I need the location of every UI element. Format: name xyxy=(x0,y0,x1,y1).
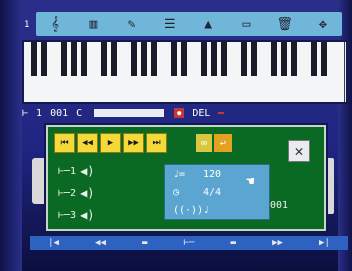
track-icon: ⊢─ xyxy=(58,209,71,221)
toolbar-number: 1 xyxy=(24,20,30,30)
skip-forward-button[interactable]: ⏭ xyxy=(146,133,167,153)
track-label: 3 xyxy=(70,209,77,221)
staff-lines-icon[interactable]: ☰ xyxy=(158,15,182,33)
scroll-back-icon[interactable]: ◀◀ xyxy=(95,238,106,248)
cone-icon[interactable]: ▲ xyxy=(196,15,220,33)
black-key[interactable] xyxy=(221,42,227,76)
track-row[interactable]: ⊢─ 3 ◀) xyxy=(58,204,154,226)
white-key[interactable] xyxy=(334,42,345,102)
clock-icon: ◷ xyxy=(173,186,180,198)
track-icon: ⊢─ xyxy=(58,165,71,177)
time-signature-value: 4/4 xyxy=(203,186,222,198)
track-label: 1 xyxy=(70,165,77,177)
track-row[interactable]: ⊢─ 1 ◀) xyxy=(58,160,154,182)
speaker-icon[interactable]: ◀) xyxy=(80,186,94,200)
skip-back-button[interactable]: ⏮ xyxy=(54,133,75,153)
track-icon: ⊢─ xyxy=(58,187,71,199)
song-info-panel: ♩= 120 ◷ 4/4 ((·)) ♩ xyxy=(164,164,270,220)
black-key[interactable] xyxy=(291,42,297,76)
note-edit-icon[interactable]: ✎ xyxy=(120,15,144,33)
scroll-end-icon[interactable]: ▶| xyxy=(319,238,330,248)
black-key[interactable] xyxy=(151,42,157,76)
piano-keyboard[interactable] xyxy=(22,40,348,104)
black-key[interactable] xyxy=(201,42,207,76)
transport-controls: ⏮ ◀◀ ▶ ▶▶ ⏭ xyxy=(54,133,167,153)
record-button[interactable]: ● xyxy=(174,108,185,118)
black-key[interactable] xyxy=(171,42,177,76)
track-icon: ⊢ xyxy=(22,107,29,119)
fast-forward-button[interactable]: ▶▶ xyxy=(123,133,144,153)
speaker-icon[interactable]: ◀) xyxy=(80,208,94,222)
track-label: 2 xyxy=(70,187,77,199)
pointer-hand-icon: ☚ xyxy=(246,174,255,190)
status-bar: ⊢ 1 001 C ● DEL xyxy=(22,106,344,120)
piano-keys-icon[interactable]: ▥ xyxy=(81,15,105,33)
counter-value: 001 xyxy=(270,200,289,211)
close-button[interactable]: ✕ xyxy=(288,140,310,162)
tempo-note-icon: ♩= xyxy=(173,168,186,180)
black-key[interactable] xyxy=(101,42,107,76)
black-key[interactable] xyxy=(81,42,87,76)
tool-palette: 𝄞 ▥ ✎ ☰ ▲ ▭ 🗑 ✥ xyxy=(36,12,342,36)
black-key[interactable] xyxy=(131,42,137,76)
loop-icon[interactable]: ∞ xyxy=(196,134,212,152)
scroll-start-icon[interactable]: |◀ xyxy=(48,238,59,248)
position-bar[interactable] xyxy=(94,109,165,117)
left-bezel xyxy=(0,0,22,271)
black-key[interactable] xyxy=(251,42,257,76)
black-key[interactable] xyxy=(61,42,67,76)
delete-indicator-icon xyxy=(218,112,225,114)
track-list: ⊢─ 1 ◀) ⊢─ 2 ◀) ⊢─ 3 ◀) xyxy=(58,160,154,226)
cursor-move-icon[interactable]: ✥ xyxy=(311,15,335,33)
play-button[interactable]: ▶ xyxy=(100,133,121,153)
black-key[interactable] xyxy=(141,42,147,76)
black-key[interactable] xyxy=(271,42,277,76)
black-key[interactable] xyxy=(321,42,327,76)
bottom-scroll-bar[interactable]: |◀ ◀◀ ▬ ⊢─ ▬ ▶▶ ▶| xyxy=(30,236,348,250)
repeat-icon[interactable]: ↩ xyxy=(214,134,232,152)
speaker-icon[interactable]: ◀) xyxy=(80,164,94,178)
black-key[interactable] xyxy=(241,42,247,76)
black-key[interactable] xyxy=(111,42,117,76)
scroll-left-icon[interactable]: ▬ xyxy=(142,238,147,248)
black-key[interactable] xyxy=(211,42,217,76)
treble-clef-icon[interactable]: 𝄞 xyxy=(43,15,67,33)
scroll-right-icon[interactable]: ▬ xyxy=(231,238,236,248)
track-number: 1 xyxy=(36,107,43,119)
measure-number: 001 xyxy=(50,107,69,119)
black-key[interactable] xyxy=(71,42,77,76)
note-name: C xyxy=(76,107,83,119)
volume-note-icon: ♩ xyxy=(203,204,210,216)
scroll-forward-icon[interactable]: ▶▶ xyxy=(272,238,283,248)
volume-row[interactable]: ((·)) ♩ xyxy=(165,201,269,219)
black-key[interactable] xyxy=(311,42,317,76)
black-key[interactable] xyxy=(281,42,287,76)
black-key[interactable] xyxy=(181,42,187,76)
volume-icon: ((·)) xyxy=(173,204,204,216)
trash-can-icon[interactable]: 🗑 xyxy=(273,15,297,33)
black-key[interactable] xyxy=(31,42,37,76)
tempo-value: 120 xyxy=(203,168,222,180)
black-key[interactable] xyxy=(41,42,47,76)
delete-button[interactable]: DEL xyxy=(192,108,210,119)
tape-icon[interactable]: ▭ xyxy=(234,15,258,33)
rewind-button[interactable]: ◀◀ xyxy=(77,133,98,153)
game-screen: 1 𝄞 ▥ ✎ ☰ ▲ ▭ 🗑 ✥ ⊢ 1 001 C ● DEL ⏮ ◀◀ ▶… xyxy=(0,0,352,271)
track-icon: ⊢─ xyxy=(183,238,195,248)
track-row[interactable]: ⊢─ 2 ◀) xyxy=(58,182,154,204)
